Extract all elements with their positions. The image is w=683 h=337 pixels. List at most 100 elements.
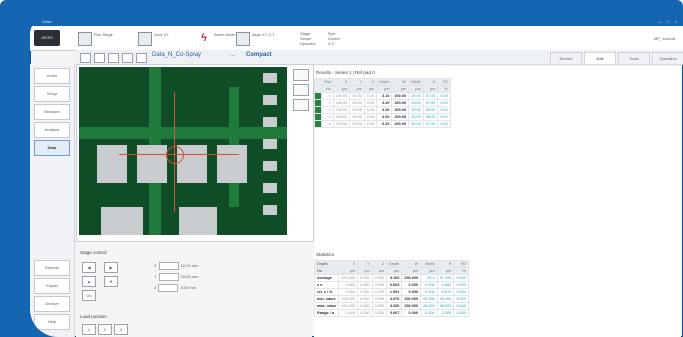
cell: 0.000 (357, 274, 373, 282)
coord-input-x[interactable] (158, 262, 179, 270)
cell: 25.00 (408, 106, 424, 114)
column-header[interactable]: Pad (321, 78, 334, 86)
breadcrumb[interactable]: Data_N_Co-Spray (152, 52, 201, 58)
column-header[interactable]: Y (357, 260, 373, 268)
tab-bar: Review Edit Tools Operation (550, 52, 683, 64)
tab-review[interactable]: Review (550, 52, 582, 64)
coord-z[interactable]: Z 8.00 mm (154, 284, 196, 292)
cell: 3.20 (376, 99, 393, 107)
stage-control-title: Stage control (80, 250, 107, 255)
column-header[interactable]: W (401, 260, 422, 268)
column-header[interactable]: Y (349, 78, 365, 86)
cell: 3.30 (376, 106, 393, 114)
fit-icon[interactable] (122, 53, 133, 63)
camera-tools (293, 69, 311, 114)
cell: 3.00 (376, 113, 393, 121)
column-header[interactable]: H (422, 78, 439, 86)
unit-cell: µm (332, 85, 351, 93)
zoom-out-icon[interactable] (108, 53, 119, 63)
sidebar-item-reports[interactable]: Reports (34, 260, 70, 276)
coord-input-z[interactable] (158, 284, 179, 292)
cell: 5 (321, 120, 334, 128)
pcb-pad (263, 161, 277, 171)
column-header[interactable]: W (391, 78, 410, 86)
sidebar-item-data[interactable]: Data (34, 140, 70, 156)
unit-cell: µm (436, 267, 455, 275)
table-row[interactable]: 2 100.00 45.00 0.00 3.20 200.00 25.00 97.00 3.00 (314, 99, 451, 107)
ribbon-label: Align XY Z-T (252, 32, 275, 37)
column-header[interactable]: Z (371, 260, 388, 268)
camera-snapshot-icon[interactable] (293, 99, 309, 111)
column-header[interactable]: Width (408, 78, 424, 86)
camera-view[interactable] (79, 67, 287, 235)
cell: 200.00 (391, 92, 410, 100)
stage-go-button[interactable]: Go (82, 290, 96, 301)
column-header[interactable]: Depth (386, 260, 403, 268)
cell: 3.260 (386, 302, 403, 310)
sidebar-item-export[interactable]: Export (34, 278, 70, 294)
ribbon-run-stage[interactable]: Run Stage (78, 31, 128, 46)
zoom-in-icon[interactable] (94, 53, 105, 63)
sidebar-item-analysis[interactable]: Analysis (34, 122, 70, 138)
camera-zoom-icon[interactable] (293, 69, 309, 81)
column-header[interactable]: Width (420, 260, 438, 268)
breadcrumb-active[interactable]: Compact (246, 52, 272, 58)
stage-up-button[interactable]: ▲ (82, 276, 96, 287)
app-window: Zeiss — □ × ZEISS Run Stage Zero XY ϟ Al… (30, 18, 683, 337)
user-name[interactable]: MP_Joshua (654, 36, 675, 41)
cell: 100.000 (338, 302, 359, 310)
measure-icon[interactable] (136, 53, 147, 63)
sidebar-item-archive[interactable]: Archive (34, 296, 70, 312)
stats-row: min. value 100.000 0.000 0.000 3.070 200.000 2… (313, 295, 469, 303)
column-header[interactable]: H (436, 260, 455, 268)
stage-left-button[interactable]: ◀ (82, 262, 96, 273)
column-header[interactable]: X (332, 78, 351, 86)
table-row[interactable]: 3 100.00 50.00 0.00 3.30 200.00 25.00 96.00 3.00 (314, 106, 451, 114)
stage-right-button[interactable]: ▶ (104, 262, 118, 273)
sidebar-item-home[interactable]: Home (34, 68, 70, 84)
load-position-2-button[interactable]: 2 (98, 324, 112, 335)
unit-cell: No (313, 267, 340, 275)
home-icon[interactable] (80, 53, 91, 63)
cell: 45.00 (349, 99, 365, 107)
sidebar-item-help[interactable]: Help (34, 314, 70, 330)
stats-row: Average 100.000 0.000 0.000 3.163 200.000 25.0… (313, 274, 469, 282)
cell: 96.000 (436, 295, 455, 303)
column-header[interactable]: X (338, 260, 359, 268)
table-row[interactable]: 1 100.00 40.00 0.00 3.10 200.00 25.00 97.00 3.00 (314, 92, 451, 100)
ribbon-zero-xy[interactable]: Zero XY (138, 31, 188, 46)
unit-cell: % (437, 85, 451, 93)
table-header-row: Pad X Y Z Depth W Width H FD (314, 78, 451, 86)
sidebar-item-measure[interactable]: Measure (34, 104, 70, 120)
tab-operation[interactable]: Operation (652, 52, 683, 64)
load-position-1-button[interactable]: 1 (82, 324, 96, 335)
table-header-row: Depth X Y Z Depth W Width H FD (313, 260, 469, 268)
coord-x[interactable]: X 10.00 mm (154, 262, 198, 270)
ribbon-align[interactable]: Align XY Z-T (236, 31, 286, 46)
sidebar-item-setup[interactable]: Setup (34, 86, 70, 102)
monitor-icon (78, 32, 92, 46)
cell: 200.000 (401, 295, 422, 303)
stage-down-button[interactable]: ▼ (104, 276, 118, 287)
coord-y[interactable]: Y 25.00 mm (154, 273, 198, 281)
column-header[interactable]: Z (363, 78, 378, 86)
window-controls[interactable]: — □ × (658, 18, 679, 26)
pcb-pad (263, 205, 277, 215)
tab-tools[interactable]: Tools (618, 52, 650, 64)
cell: 25.00 (408, 120, 424, 128)
column-header[interactable]: FD (453, 260, 469, 268)
column-header[interactable]: Depth (313, 260, 340, 268)
cell: 3.00 (437, 106, 451, 114)
cell: 0.000 (420, 281, 438, 289)
column-header[interactable]: FD (437, 78, 451, 86)
camera-panel (76, 64, 314, 242)
column-header[interactable]: Depth (376, 78, 393, 86)
table-row[interactable]: 4 100.00 55.00 0.00 3.00 200.00 25.00 98.00 3.00 (314, 113, 451, 121)
cell: 0.000 (401, 288, 422, 296)
camera-light-icon[interactable] (293, 84, 309, 96)
tab-edit[interactable]: Edit (584, 52, 616, 64)
app-title: Zeiss (42, 19, 52, 24)
coord-input-y[interactable] (158, 273, 179, 281)
table-row[interactable]: 5 100.00 60.00 0.00 3.20 200.00 25.00 97.00 3.00 (314, 120, 451, 128)
load-position-3-button[interactable]: 3 (114, 324, 128, 335)
